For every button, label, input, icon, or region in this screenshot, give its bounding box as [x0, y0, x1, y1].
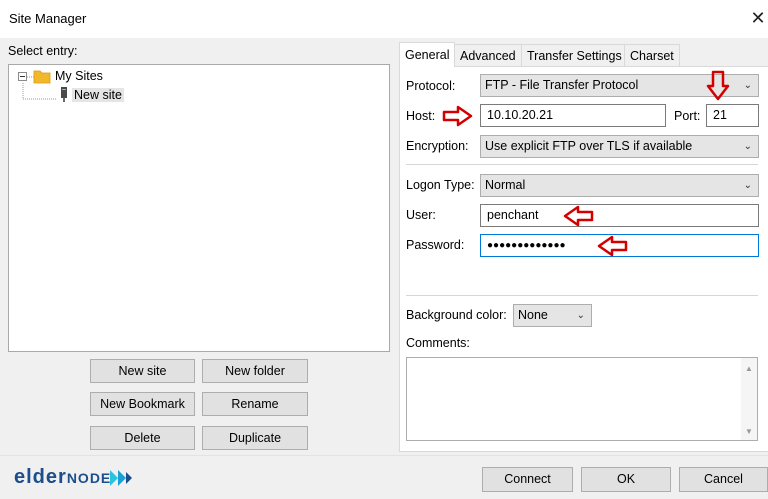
host-input[interactable]: 10.10.20.21: [480, 104, 666, 127]
comments-textarea[interactable]: ▲ ▼: [406, 357, 758, 441]
encryption-value: Use explicit FTP over TLS if available: [485, 139, 693, 153]
new-site-button[interactable]: New site: [90, 359, 195, 383]
port-input[interactable]: 21: [706, 104, 759, 127]
password-label: Password:: [406, 238, 465, 252]
connect-button[interactable]: Connect: [482, 467, 573, 492]
eldernode-logo: eldernode: [14, 466, 111, 489]
tree-item-my-sites[interactable]: My Sites: [55, 69, 103, 83]
annotation-arrow-left-icon: [597, 235, 628, 257]
folder-icon: [33, 70, 51, 84]
logon-type-value: Normal: [485, 178, 526, 192]
host-label: Host:: [406, 109, 436, 123]
background-color-select[interactable]: None ⌄: [513, 304, 592, 327]
ok-button[interactable]: OK: [581, 467, 671, 492]
scrollbar[interactable]: ▲ ▼: [741, 358, 757, 440]
encryption-select[interactable]: Use explicit FTP over TLS if available ⌄: [480, 135, 759, 158]
logon-type-select[interactable]: Normal ⌄: [480, 174, 759, 197]
close-icon[interactable]: ✕: [748, 8, 768, 28]
logon-type-label: Logon Type:: [406, 178, 475, 192]
user-input[interactable]: penchant: [480, 204, 759, 227]
duplicate-button[interactable]: Duplicate: [202, 426, 308, 450]
divider: [406, 164, 758, 165]
logo-text-elder: elder: [14, 466, 67, 488]
annotation-arrow-left-icon: [563, 205, 594, 227]
tree-item-new-site[interactable]: New site: [72, 88, 124, 102]
select-entry-label: Select entry:: [8, 44, 78, 58]
cancel-button[interactable]: Cancel: [679, 467, 768, 492]
new-bookmark-button[interactable]: New Bookmark: [90, 392, 195, 416]
scroll-down-icon[interactable]: ▼: [745, 427, 753, 436]
annotation-arrow-down-icon: [706, 70, 730, 101]
chevron-down-icon: ⌄: [743, 180, 752, 191]
comments-label: Comments:: [406, 336, 470, 350]
chevron-down-icon: ⌄: [743, 141, 752, 152]
tab-advanced[interactable]: Advanced: [454, 44, 522, 66]
chevron-down-icon: ⌄: [743, 80, 752, 91]
collapse-toggle-icon[interactable]: [18, 72, 27, 81]
scroll-up-icon[interactable]: ▲: [745, 364, 753, 373]
title-bar: [0, 0, 768, 38]
new-folder-button[interactable]: New folder: [202, 359, 308, 383]
tab-general[interactable]: General: [399, 42, 456, 67]
logo-text-node: node: [66, 470, 112, 486]
chevron-down-icon: ⌄: [576, 310, 585, 321]
user-label: User:: [406, 208, 436, 222]
background-color-value: None: [518, 308, 548, 322]
rename-button[interactable]: Rename: [202, 392, 308, 416]
divider: [406, 295, 758, 296]
site-tree[interactable]: My Sites New site: [8, 64, 390, 352]
annotation-arrow-right-icon: [442, 105, 473, 127]
logo-arrows-icon: [110, 470, 132, 486]
delete-button[interactable]: Delete: [90, 426, 195, 450]
tab-charset[interactable]: Charset: [624, 44, 680, 66]
window-title: Site Manager: [9, 11, 87, 26]
tab-transfer-settings[interactable]: Transfer Settings: [521, 44, 628, 66]
background-color-label: Background color:: [406, 308, 507, 322]
server-icon: [61, 87, 67, 102]
port-label: Port:: [674, 109, 701, 123]
encryption-label: Encryption:: [406, 139, 469, 153]
protocol-label: Protocol:: [406, 79, 456, 93]
protocol-value: FTP - File Transfer Protocol: [485, 78, 639, 92]
